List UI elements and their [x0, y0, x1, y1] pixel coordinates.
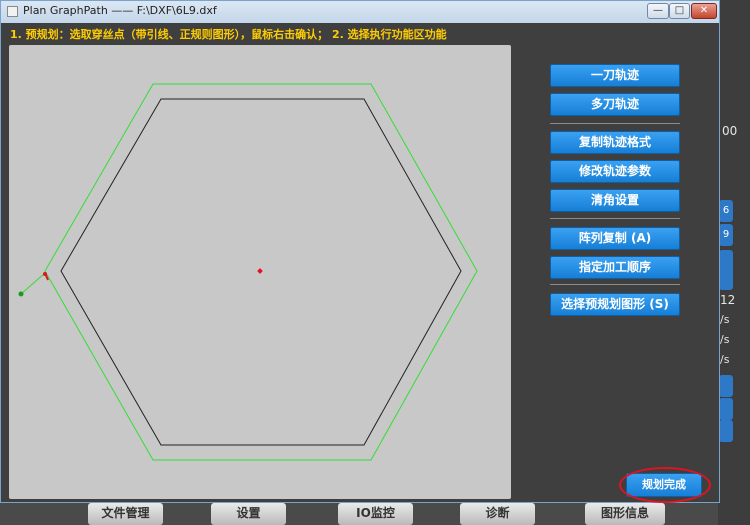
- background-chip: [719, 375, 733, 397]
- taskbar-settings[interactable]: 设置: [211, 503, 286, 525]
- maximize-button[interactable]: □: [669, 3, 690, 19]
- window-title: Plan GraphPath —— F:\DXF\6L9.dxf: [23, 4, 217, 17]
- background-value: /s: [720, 353, 730, 366]
- select-preplanned-shape-button[interactable]: 选择预规划图形 (S): [550, 293, 680, 316]
- center-marker: [257, 268, 263, 274]
- divider: [550, 123, 680, 124]
- background-chip: 6: [719, 200, 733, 222]
- app-icon: [7, 6, 18, 17]
- close-button[interactable]: ✕: [691, 3, 717, 19]
- lead-point: [43, 272, 47, 276]
- background-chip: 9: [719, 224, 733, 246]
- taskbar-io-monitor[interactable]: IO监控: [338, 503, 413, 525]
- background-chip: [719, 250, 733, 290]
- divider: [550, 284, 680, 285]
- background-value: /s: [720, 333, 730, 346]
- instruction-hint: 1. 预规划：选取穿丝点（带引线、正规则图形），鼠标右击确认； 2. 选择执行功…: [10, 28, 447, 41]
- array-copy-button[interactable]: 阵列复制 (A): [550, 227, 680, 250]
- taskbar-graphic-info[interactable]: 图形信息: [585, 503, 665, 525]
- taskbar-file-manager[interactable]: 文件管理: [88, 503, 163, 525]
- threading-point[interactable]: [18, 291, 24, 297]
- modify-path-params-button[interactable]: 修改轨迹参数: [550, 160, 680, 183]
- title-bar[interactable]: Plan GraphPath —— F:\DXF\6L9.dxf — □ ✕: [1, 1, 719, 23]
- multi-path-button[interactable]: 多刀轨迹: [550, 93, 680, 116]
- background-value: 12: [720, 293, 736, 307]
- plan-graphpath-window: Plan GraphPath —— F:\DXF\6L9.dxf — □ ✕ 1…: [0, 0, 720, 503]
- set-machining-order-button[interactable]: 指定加工顺序: [550, 256, 680, 279]
- drawing-canvas[interactable]: [9, 45, 511, 499]
- background-chip: [719, 420, 733, 442]
- background-value: 00: [722, 124, 738, 138]
- minimize-button[interactable]: —: [647, 3, 669, 19]
- single-path-button[interactable]: 一刀轨迹: [550, 64, 680, 87]
- copy-path-format-button[interactable]: 复制轨迹格式: [550, 131, 680, 154]
- background-value: /s: [720, 313, 730, 326]
- taskbar-diagnose[interactable]: 诊断: [460, 503, 535, 525]
- finish-planning-button[interactable]: 规划完成: [626, 473, 702, 497]
- lead-in-line: [20, 272, 46, 295]
- background-chip: [719, 398, 733, 420]
- corner-setting-button[interactable]: 清角设置: [550, 189, 680, 212]
- canvas-drawing: [18, 83, 478, 461]
- divider: [550, 218, 680, 219]
